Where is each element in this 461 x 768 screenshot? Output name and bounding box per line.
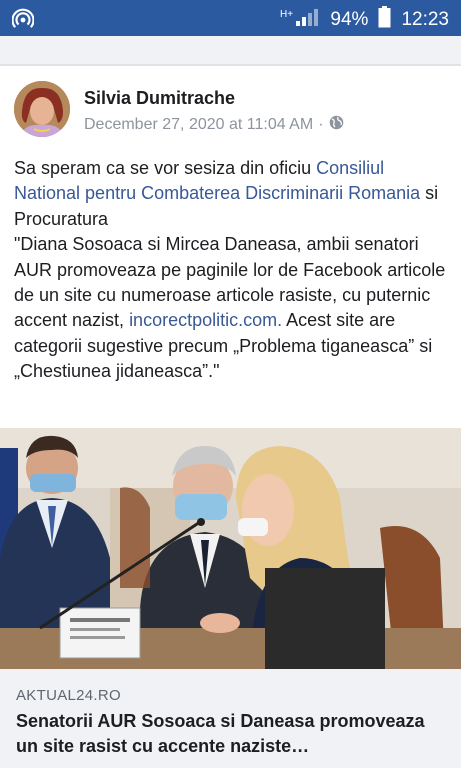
signal-icon: H+ [280, 6, 320, 34]
post-timestamp[interactable]: December 27, 2020 at 11:04 AM [84, 116, 313, 134]
link-title[interactable]: Senatorii AUR Sosoaca si Daneasa promove… [16, 709, 448, 759]
link-domain: AKTUAL24.RO [16, 687, 122, 704]
meta-separator: · [318, 116, 324, 133]
battery-icon [378, 6, 391, 34]
hotspot-icon [11, 7, 35, 34]
clock: 12:23 [401, 9, 449, 30]
post-paragraph-1: Sa speram ca se vor sesiza din oficiu Co… [14, 158, 439, 229]
avatar[interactable] [14, 81, 70, 137]
svg-text:H+: H+ [280, 9, 293, 20]
post-header: Silvia Dumitrache December 27, 2020 at 1… [0, 66, 461, 144]
post-paragraph-2: "Diana Sosoaca si Mircea Daneasa, ambii … [14, 234, 446, 382]
feed-separator [0, 36, 461, 66]
site-link[interactable]: incorectpolitic.com. [129, 310, 282, 330]
link-preview-card[interactable]: AKTUAL24.RO Senatorii AUR Sosoaca si Dan… [0, 669, 461, 768]
status-bar: H+ 94% 12:23 [0, 0, 461, 36]
link-preview-image[interactable] [0, 428, 461, 669]
post-text: Sa speram ca se vor sesiza din oficiu Co… [14, 156, 452, 385]
globe-icon [329, 115, 344, 135]
battery-percent: 94% [330, 9, 369, 30]
author-name[interactable]: Silvia Dumitrache [84, 88, 235, 109]
